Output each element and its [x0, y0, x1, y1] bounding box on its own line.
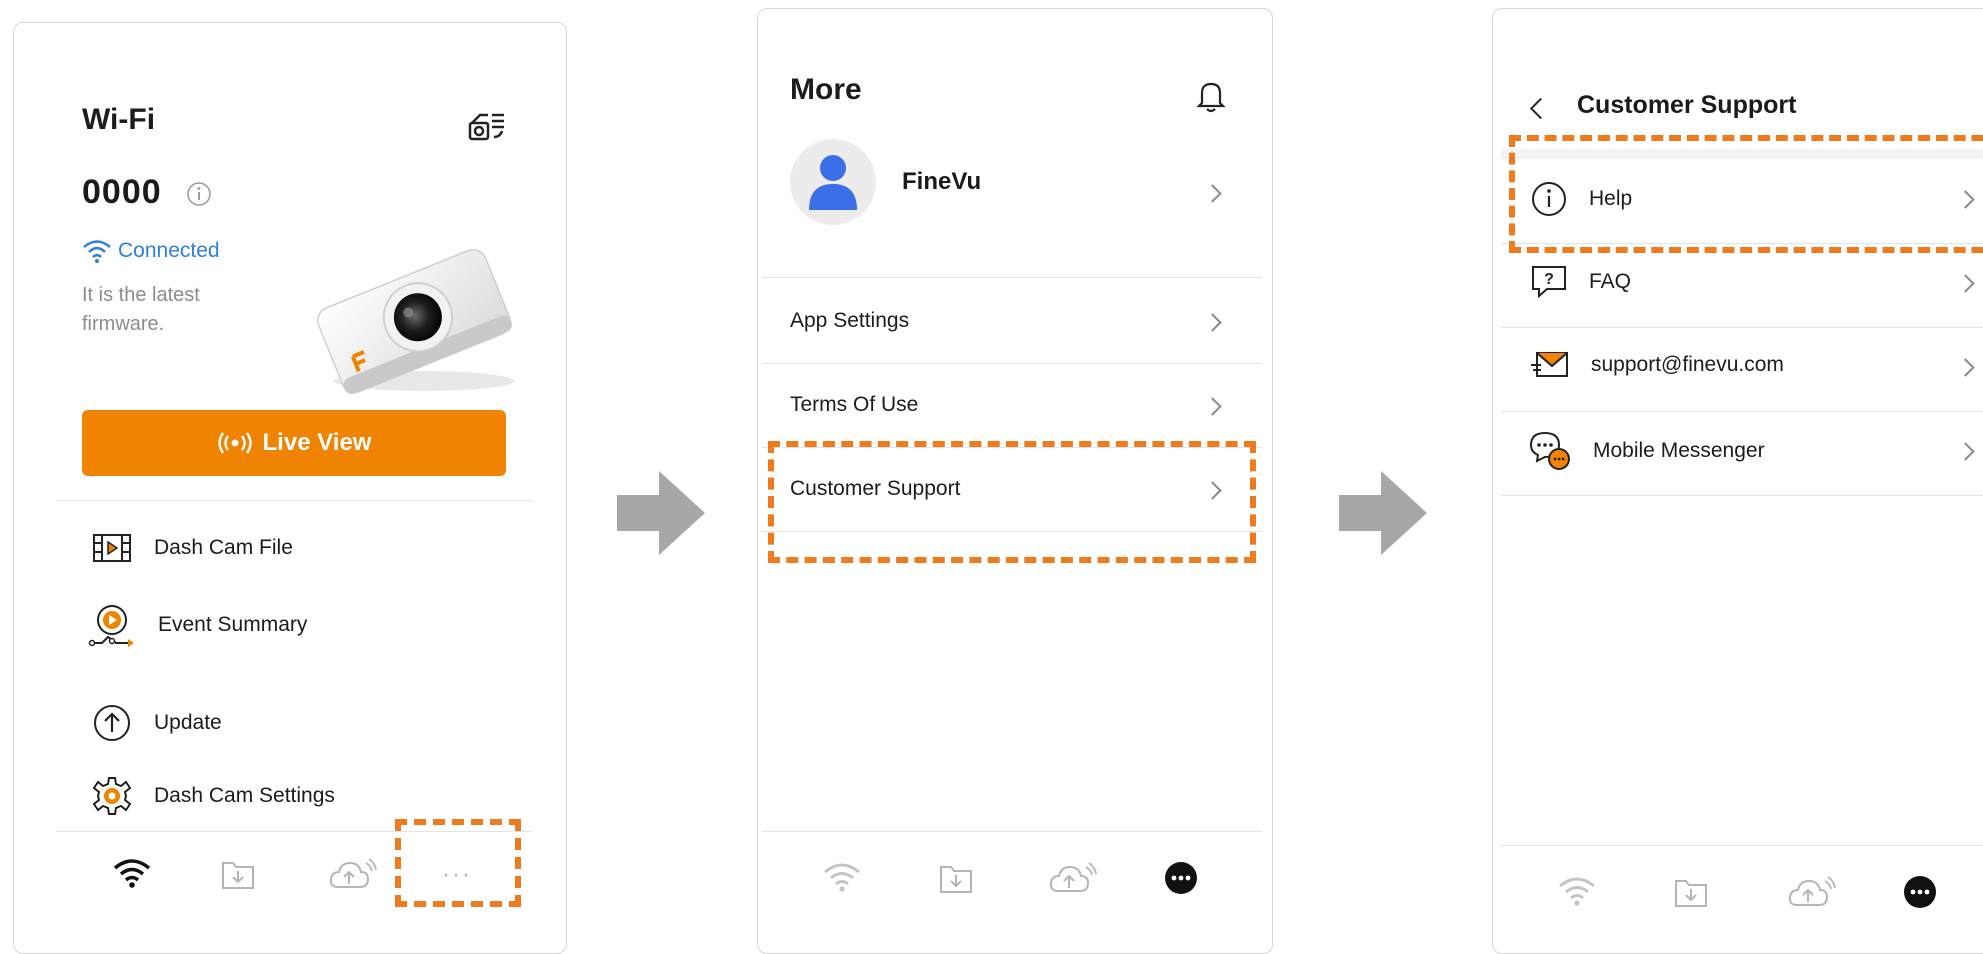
tab-cloud-upload-icon[interactable] — [1048, 861, 1098, 895]
avatar — [790, 139, 876, 225]
chat-icon — [1529, 431, 1570, 470]
tabbar-divider — [1501, 845, 1983, 846]
chevron-right-icon — [1956, 274, 1975, 293]
divider — [56, 500, 532, 501]
chevron-right-icon — [1956, 442, 1975, 461]
customer-support-screen: Customer Support Help ? FAQ support@fine… — [1492, 8, 1983, 954]
user-icon — [809, 155, 857, 210]
tab-wifi-icon[interactable] — [1557, 875, 1597, 907]
profile-row[interactable]: FineVu — [790, 139, 981, 225]
firmware-note-line: firmware. — [82, 313, 165, 335]
menu-item-dash-cam-settings[interactable]: Dash Cam Settings — [92, 776, 335, 816]
divider — [1501, 327, 1983, 328]
highlight-box — [395, 819, 521, 907]
divider — [1501, 411, 1983, 412]
menu-item-label: FAQ — [1589, 270, 1632, 293]
firmware-note: It is the latest firmware. — [82, 281, 200, 339]
page-title: Wi-Fi — [82, 103, 156, 136]
menu-item-email[interactable]: support@finevu.com — [1531, 351, 1784, 379]
divider — [762, 277, 1262, 278]
menu-item-label: support@finevu.com — [1591, 353, 1784, 376]
profile-name: FineVu — [902, 168, 982, 195]
svg-text:?: ? — [1544, 271, 1554, 288]
faq-icon: ? — [1532, 266, 1566, 299]
flow-arrow-icon — [617, 471, 705, 555]
menu-item-dash-cam-file[interactable]: Dash Cam File — [92, 532, 293, 564]
tab-more-icon[interactable] — [1164, 861, 1198, 895]
highlight-box — [1509, 135, 1983, 253]
connection-status: Connected — [82, 239, 220, 263]
page-title: Customer Support — [1577, 91, 1797, 119]
back-button[interactable] — [1529, 97, 1552, 120]
firmware-note-line: It is the latest — [82, 284, 200, 306]
event-play-icon — [88, 605, 134, 647]
highlight-box — [768, 441, 1256, 563]
tab-download-icon[interactable] — [938, 861, 974, 895]
tab-download-icon[interactable] — [1673, 875, 1709, 909]
tab-more-icon[interactable] — [1903, 875, 1937, 909]
broadcast-icon — [217, 432, 252, 454]
gear-icon — [92, 777, 132, 815]
menu-item-label: Dash Cam Settings — [154, 784, 335, 807]
film-icon — [93, 534, 131, 562]
upload-arrow-icon — [94, 705, 130, 741]
tab-wifi-icon[interactable] — [822, 861, 862, 893]
menu-item-update[interactable]: Update — [92, 703, 222, 743]
menu-item-event-summary[interactable]: Event Summary — [88, 603, 307, 647]
camera-sync-icon[interactable] — [466, 107, 506, 145]
mail-icon — [1531, 352, 1568, 377]
dashcam-product-image — [317, 249, 514, 395]
wifi-status-icon — [83, 240, 111, 263]
tab-download-icon[interactable] — [220, 857, 256, 891]
chevron-right-icon — [1203, 313, 1222, 332]
device-name: 0000 — [82, 173, 162, 211]
info-icon[interactable] — [186, 181, 212, 207]
menu-item-label: Event Summary — [158, 613, 308, 636]
menu-item-app-settings[interactable]: App Settings — [790, 309, 909, 333]
chevron-right-icon — [1203, 184, 1222, 203]
wifi-screen: Wi-Fi 0000 Connected It is the latest fi… — [13, 22, 567, 954]
menu-item-faq[interactable]: ? FAQ — [1531, 265, 1631, 299]
tab-wifi-icon[interactable] — [112, 857, 152, 889]
more-screen: More FineVu App Settings Terms Of Use Cu… — [757, 8, 1273, 954]
divider — [1501, 495, 1983, 496]
chevron-right-icon — [1956, 358, 1975, 377]
bell-icon[interactable] — [1196, 79, 1226, 113]
tab-cloud-upload-icon[interactable] — [1787, 875, 1837, 909]
menu-item-label: Dash Cam File — [154, 536, 293, 559]
menu-item-terms-of-use[interactable]: Terms Of Use — [790, 393, 918, 417]
divider — [762, 363, 1262, 364]
tab-cloud-upload-icon[interactable] — [328, 857, 378, 891]
live-view-button[interactable]: Live View — [82, 410, 506, 476]
menu-item-mobile-messenger[interactable]: Mobile Messenger — [1529, 431, 1765, 471]
page-title: More — [790, 73, 862, 106]
status-text: Connected — [118, 239, 220, 262]
chevron-right-icon — [1203, 397, 1222, 416]
menu-item-label: Update — [154, 711, 222, 734]
live-view-label: Live View — [262, 429, 372, 456]
tabbar-divider — [762, 831, 1262, 832]
menu-item-label: Mobile Messenger — [1593, 439, 1765, 462]
flow-arrow-icon — [1339, 471, 1427, 555]
